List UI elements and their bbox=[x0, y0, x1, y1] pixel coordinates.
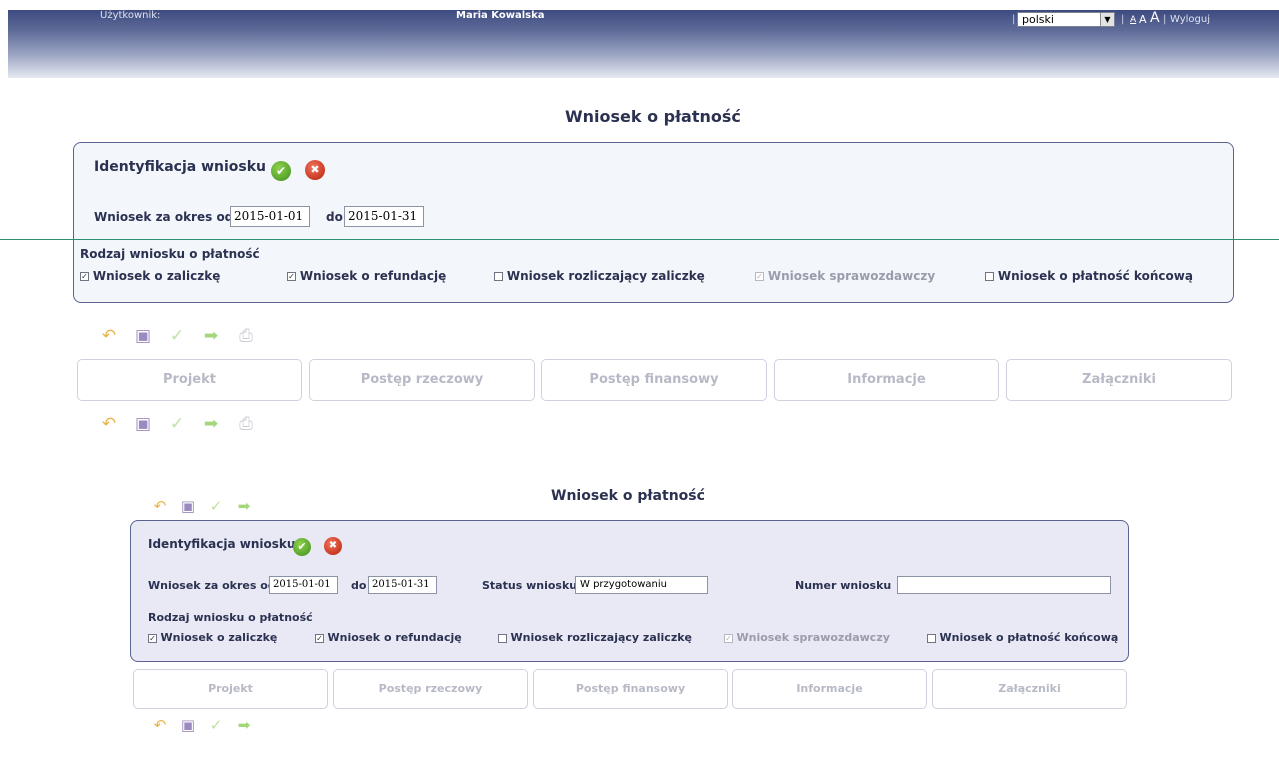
print-icon[interactable]: ⎙ bbox=[236, 414, 256, 434]
tab-projekt[interactable]: Projekt bbox=[133, 669, 328, 709]
tab-postep-rzeczowy[interactable]: Postęp rzeczowy bbox=[333, 669, 528, 709]
checkbox-report: ✓ Wniosek sprawozdawczy bbox=[724, 631, 890, 644]
tab-zalaczniki[interactable]: Załączniki bbox=[1006, 359, 1232, 401]
to-label: do bbox=[326, 210, 343, 224]
checkbox-refund[interactable]: ✓ Wniosek o refundację bbox=[315, 631, 462, 644]
language-select-value: polski bbox=[1022, 13, 1054, 26]
tab-postep-rzeczowy[interactable]: Postęp rzeczowy bbox=[309, 359, 535, 401]
date-from-field[interactable]: 2015-01-01 bbox=[269, 576, 338, 594]
user-name: Maria Kowalska bbox=[456, 10, 545, 21]
next-icon[interactable]: ➡ bbox=[234, 496, 254, 516]
checkbox-final-payment[interactable]: Wniosek o płatność końcową bbox=[927, 631, 1118, 644]
checkbox-icon[interactable]: ✓ bbox=[80, 272, 89, 281]
tab-informacje[interactable]: Informacje bbox=[774, 359, 999, 401]
checkbox-report: ✓ Wniosek sprawozdawczy bbox=[755, 269, 935, 283]
save-icon[interactable]: ▣ bbox=[178, 496, 198, 516]
page-title: Wniosek o płatność bbox=[551, 488, 705, 504]
save-icon[interactable]: ▣ bbox=[178, 715, 198, 735]
tab-postep-finansowy[interactable]: Postęp finansowy bbox=[541, 359, 767, 401]
user-label: Użytkownik: bbox=[100, 10, 161, 21]
header-separator: | bbox=[1012, 14, 1016, 25]
divider-line bbox=[0, 239, 1279, 240]
tab-informacje[interactable]: Informacje bbox=[732, 669, 927, 709]
checkbox-icon[interactable]: ✓ bbox=[148, 633, 157, 643]
checkbox-label: Wniosek sprawozdawczy bbox=[736, 631, 890, 644]
checkbox-icon[interactable] bbox=[927, 633, 936, 643]
cancel-icon[interactable]: ✖ bbox=[305, 160, 325, 180]
period-label: Wniosek za okres od bbox=[94, 210, 234, 224]
checkbox-label: Wniosek o płatność końcową bbox=[997, 269, 1193, 283]
checkbox-advance[interactable]: ✓ Wniosek o zaliczkę bbox=[148, 631, 277, 644]
font-size-large-link[interactable]: A bbox=[1150, 10, 1160, 26]
payment-type-label: Rodzaj wniosku o płatność bbox=[148, 611, 313, 624]
checkbox-refund[interactable]: ✓ Wniosek o refundację bbox=[287, 269, 446, 283]
font-size-small-link[interactable]: A bbox=[1130, 15, 1136, 25]
status-field: W przygotowaniu bbox=[575, 576, 708, 594]
checkbox-icon[interactable]: ✓ bbox=[315, 633, 324, 643]
tab-postep-finansowy[interactable]: Postęp finansowy bbox=[533, 669, 728, 709]
tab-zalaczniki[interactable]: Załączniki bbox=[932, 669, 1127, 709]
date-to-field[interactable]: 2015-01-31 bbox=[368, 576, 437, 594]
header-separator: | bbox=[1121, 14, 1125, 25]
chevron-down-icon[interactable]: ▼ bbox=[1100, 13, 1114, 26]
checkbox-label: Wniosek sprawozdawczy bbox=[767, 269, 936, 283]
payment-type-label: Rodzaj wniosku o płatność bbox=[80, 247, 260, 261]
next-icon[interactable]: ➡ bbox=[201, 414, 221, 434]
next-icon[interactable]: ➡ bbox=[201, 326, 221, 346]
save-icon[interactable]: ▣ bbox=[133, 326, 153, 346]
checkbox-icon[interactable] bbox=[494, 272, 503, 281]
checkbox-icon[interactable]: ✓ bbox=[287, 272, 296, 281]
undo-icon[interactable]: ↶ bbox=[99, 326, 119, 346]
checkbox-icon: ✓ bbox=[755, 272, 764, 281]
checkbox-label: Wniosek o refundację bbox=[299, 269, 447, 283]
accept-icon[interactable]: ✔ bbox=[271, 161, 291, 181]
checkbox-icon[interactable] bbox=[985, 272, 994, 281]
number-field bbox=[897, 576, 1111, 594]
print-icon[interactable]: ⎙ bbox=[236, 326, 256, 346]
checkbox-label: Wniosek o zaliczkę bbox=[160, 631, 278, 644]
check-icon[interactable]: ✓ bbox=[206, 715, 226, 735]
check-icon[interactable]: ✓ bbox=[206, 496, 226, 516]
check-icon[interactable]: ✓ bbox=[167, 326, 187, 346]
accept-icon[interactable]: ✔ bbox=[293, 538, 311, 556]
font-size-medium-link[interactable]: A bbox=[1139, 13, 1147, 26]
checkbox-settlement[interactable]: Wniosek rozliczający zaliczkę bbox=[498, 631, 692, 644]
checkbox-label: Wniosek rozliczający zaliczkę bbox=[510, 631, 693, 644]
header-separator: | bbox=[1163, 14, 1167, 25]
checkbox-label: Wniosek o refundację bbox=[327, 631, 462, 644]
next-icon[interactable]: ➡ bbox=[234, 715, 254, 735]
checkbox-label: Wniosek o płatność końcową bbox=[939, 631, 1119, 644]
date-from-field[interactable]: 2015-01-01 bbox=[230, 206, 310, 227]
checkbox-label: Wniosek o zaliczkę bbox=[92, 269, 221, 283]
undo-icon[interactable]: ↶ bbox=[150, 496, 170, 516]
period-label: Wniosek za okres od bbox=[148, 579, 276, 592]
page-title: Wniosek o płatność bbox=[565, 107, 741, 126]
to-label: do bbox=[351, 579, 367, 592]
checkbox-final-payment[interactable]: Wniosek o płatność końcową bbox=[985, 269, 1193, 283]
undo-icon[interactable]: ↶ bbox=[99, 414, 119, 434]
save-icon[interactable]: ▣ bbox=[133, 414, 153, 434]
date-to-field[interactable]: 2015-01-31 bbox=[344, 206, 424, 227]
status-label: Status wniosku bbox=[482, 579, 578, 592]
cancel-icon[interactable]: ✖ bbox=[324, 537, 342, 555]
checkbox-advance[interactable]: ✓ Wniosek o zaliczkę bbox=[80, 269, 220, 283]
checkbox-label: Wniosek rozliczający zaliczkę bbox=[506, 269, 705, 283]
language-select[interactable]: polski ▼ bbox=[1017, 12, 1115, 27]
undo-icon[interactable]: ↶ bbox=[150, 715, 170, 735]
section-title: Identyfikacja wniosku bbox=[148, 537, 296, 551]
section-title: Identyfikacja wniosku bbox=[94, 159, 266, 175]
checkbox-icon: ✓ bbox=[724, 633, 733, 643]
number-label: Numer wniosku bbox=[795, 579, 892, 592]
logout-link[interactable]: Wyloguj bbox=[1170, 14, 1210, 25]
checkbox-icon[interactable] bbox=[498, 633, 507, 643]
check-icon[interactable]: ✓ bbox=[167, 414, 187, 434]
checkbox-settlement[interactable]: Wniosek rozliczający zaliczkę bbox=[494, 269, 705, 283]
tab-projekt[interactable]: Projekt bbox=[77, 359, 302, 401]
